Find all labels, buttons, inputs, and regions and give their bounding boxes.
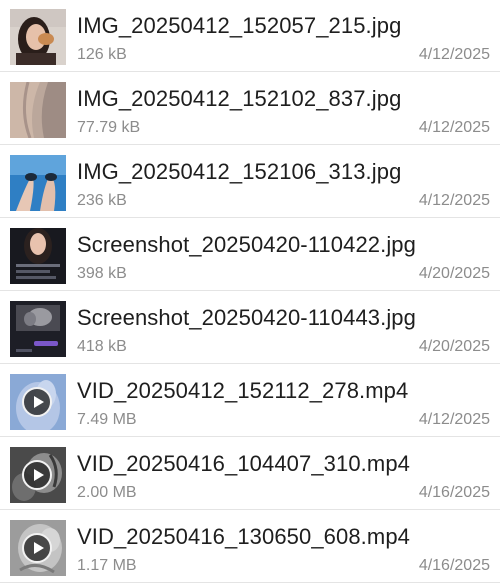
file-date: 4/16/2025 [418, 557, 490, 574]
list-item[interactable]: VID_20250416_130650_608.mp4 1.17 MB 4/16… [0, 511, 500, 583]
list-item[interactable]: IMG_20250412_152057_215.jpg 126 kB 4/12/… [0, 0, 500, 72]
file-name: IMG_20250412_152106_313.jpg [77, 159, 402, 184]
list-item[interactable]: IMG_20250412_152102_837.jpg 77.79 kB 4/1… [0, 73, 500, 145]
file-name: IMG_20250412_152102_837.jpg [77, 86, 402, 111]
file-name: VID_20250416_130650_608.mp4 [77, 524, 410, 549]
file-name: IMG_20250412_152057_215.jpg [77, 13, 402, 38]
video-thumbnail [10, 374, 66, 430]
file-size: 7.49 MB [77, 411, 137, 428]
file-size: 398 kB [77, 265, 127, 282]
file-date: 4/12/2025 [418, 119, 490, 136]
image-thumbnail [10, 9, 66, 65]
play-icon [22, 387, 52, 417]
file-size: 2.00 MB [77, 484, 137, 501]
image-thumbnail [10, 155, 66, 211]
file-name: VID_20250416_104407_310.mp4 [77, 451, 410, 476]
file-date: 4/20/2025 [418, 338, 490, 355]
file-name: Screenshot_20250420-110422.jpg [77, 232, 416, 257]
file-name: Screenshot_20250420-110443.jpg [77, 305, 416, 330]
file-date: 4/16/2025 [418, 484, 490, 501]
file-size: 236 kB [77, 192, 127, 209]
file-size: 77.79 kB [77, 119, 141, 136]
image-thumbnail [10, 82, 66, 138]
file-date: 4/12/2025 [418, 411, 490, 428]
file-list: IMG_20250412_152057_215.jpg 126 kB 4/12/… [0, 0, 500, 583]
file-date: 4/12/2025 [418, 192, 490, 209]
file-name: VID_20250412_152112_278.mp4 [77, 378, 409, 403]
video-thumbnail [10, 447, 66, 503]
file-size: 126 kB [77, 46, 127, 63]
video-thumbnail [10, 520, 66, 576]
file-date: 4/12/2025 [418, 46, 490, 63]
play-icon [22, 533, 52, 563]
list-item[interactable]: VID_20250412_152112_278.mp4 7.49 MB 4/12… [0, 365, 500, 437]
list-item[interactable]: VID_20250416_104407_310.mp4 2.00 MB 4/16… [0, 438, 500, 510]
play-icon [22, 460, 52, 490]
file-date: 4/20/2025 [418, 265, 490, 282]
image-thumbnail [10, 301, 66, 357]
file-size: 1.17 MB [77, 557, 137, 574]
list-item[interactable]: Screenshot_20250420-110443.jpg 418 kB 4/… [0, 292, 500, 364]
file-size: 418 kB [77, 338, 127, 355]
list-item[interactable]: IMG_20250412_152106_313.jpg 236 kB 4/12/… [0, 146, 500, 218]
image-thumbnail [10, 228, 66, 284]
list-item[interactable]: Screenshot_20250420-110422.jpg 398 kB 4/… [0, 219, 500, 291]
